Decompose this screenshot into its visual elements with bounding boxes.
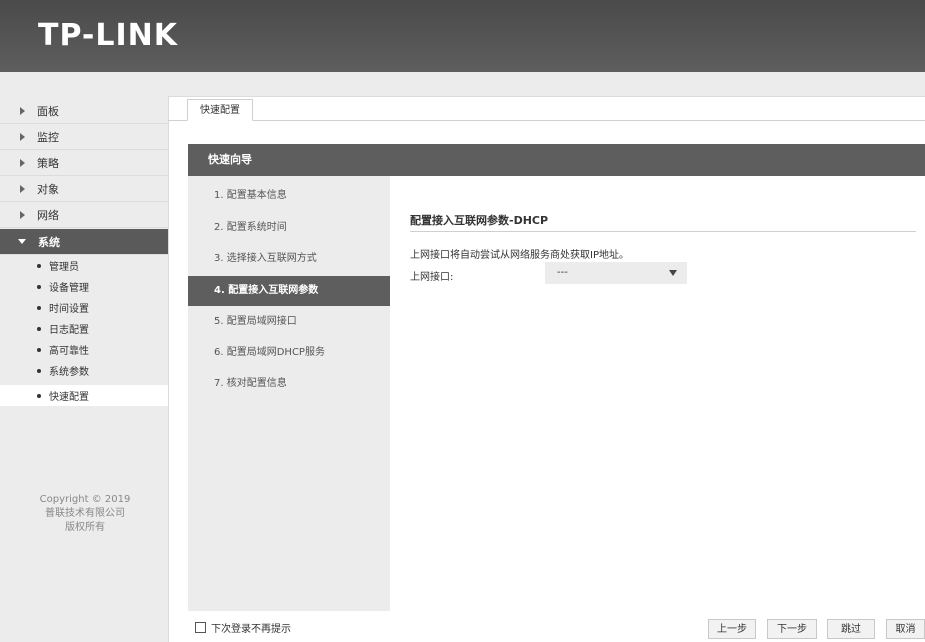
sidebar-subitem-label: 系统参数 [49,367,89,378]
interface-label: 上网接口: [410,272,454,283]
sidebar-item-network[interactable]: 网络 [0,202,168,228]
sidebar-subitem-label: 日志配置 [49,325,89,336]
sidebar-subitem-label: 高可靠性 [49,346,89,357]
dont-show-again[interactable]: 下次登录不再提示 [195,620,291,635]
wizard-steps: 1. 配置基本信息 2. 配置系统时间 3. 选择接入互联网方式 4. 配置接入… [188,176,390,611]
sidebar-subitem-params[interactable]: 系统参数 [0,360,168,381]
sidebar-item-system[interactable]: 系统 [0,229,168,255]
caret-down-icon [669,270,677,276]
wizard-step: 6. 配置局域网DHCP服务 [214,347,325,358]
chevron-right-icon [20,158,25,167]
chevron-down-icon [18,239,26,244]
sidebar-subitem-quick-setup[interactable]: 快速配置 [0,385,168,406]
header-bar: TP-LINK [0,0,925,72]
section-description: 上网接口将自动尝试从网络服务商处获取IP地址。 [410,250,629,261]
bullet-icon [37,326,41,331]
bullet-icon [37,284,41,289]
section-title: 配置接入互联网参数-DHCP [410,214,549,227]
bullet-icon [37,368,41,373]
sidebar-item-label: 系统 [38,235,60,249]
wizard-title: 快速向导 [208,153,252,166]
sidebar-item-monitor[interactable]: 监控 [0,124,168,150]
sidebar-subitem-label: 快速配置 [49,392,89,403]
tp-link-logo: TP-LINK [38,18,179,53]
copyright: Copyright © 2019 普联技术有限公司 版权所有 [0,493,170,535]
prev-button[interactable]: 上一步 [708,619,756,639]
copyright-line: 普联技术有限公司 [45,508,125,519]
sidebar-subitem-label: 时间设置 [49,304,89,315]
chevron-right-icon [20,184,25,193]
chevron-right-icon [20,210,25,219]
sidebar-item-label: 策略 [37,156,59,170]
sub-header-bar [0,72,925,97]
wizard-step: 2. 配置系统时间 [214,222,287,233]
sidebar-item-label: 网络 [37,208,59,222]
copyright-line: Copyright © 2019 [39,494,131,505]
interface-select[interactable]: --- [545,262,687,284]
sidebar-subitem-ha[interactable]: 高可靠性 [0,339,168,360]
bullet-icon [37,393,41,398]
sidebar-item-label: 面板 [37,104,59,118]
sidebar-item-label: 对象 [37,182,59,196]
next-button[interactable]: 下一步 [767,619,817,639]
sidebar-subitem-admin[interactable]: 管理员 [0,255,168,276]
sidebar-subitem-log[interactable]: 日志配置 [0,318,168,339]
sidebar-subitem-label: 管理员 [49,262,79,273]
wizard-step: 7. 核对配置信息 [214,378,287,389]
tab-quick-setup[interactable]: 快速配置 [187,99,253,121]
skip-button[interactable]: 跳过 [827,619,875,639]
bullet-icon [37,347,41,352]
cancel-button[interactable]: 取消 [886,619,925,639]
tab-bar: 快速配置 [168,96,925,121]
sidebar: 面板 监控 策略 对象 网络 系统 管理员 设备管理 时间设置 日志配置 高可靠… [0,96,169,642]
wizard-step-current: 4. 配置接入互联网参数 [188,276,390,306]
sidebar-item-label: 监控 [37,130,59,144]
section-divider [410,231,916,232]
bullet-icon [37,263,41,268]
wizard-title-bar: 快速向导 [188,144,925,176]
sidebar-subitem-label: 设备管理 [49,283,89,294]
wizard-step: 1. 配置基本信息 [214,190,287,201]
sidebar-item-panel[interactable]: 面板 [0,98,168,124]
sidebar-subitem-device[interactable]: 设备管理 [0,276,168,297]
chevron-right-icon [20,106,25,115]
bullet-icon [37,305,41,310]
wizard-step: 3. 选择接入互联网方式 [214,253,317,264]
dont-show-again-checkbox[interactable] [195,622,206,633]
dont-show-again-label: 下次登录不再提示 [211,624,291,635]
chevron-right-icon [20,132,25,141]
sidebar-item-object[interactable]: 对象 [0,176,168,202]
interface-select-value: --- [557,267,568,278]
wizard-step: 5. 配置局域网接口 [214,316,297,327]
sidebar-subitem-time[interactable]: 时间设置 [0,297,168,318]
sidebar-item-policy[interactable]: 策略 [0,150,168,176]
copyright-line: 版权所有 [65,522,105,533]
